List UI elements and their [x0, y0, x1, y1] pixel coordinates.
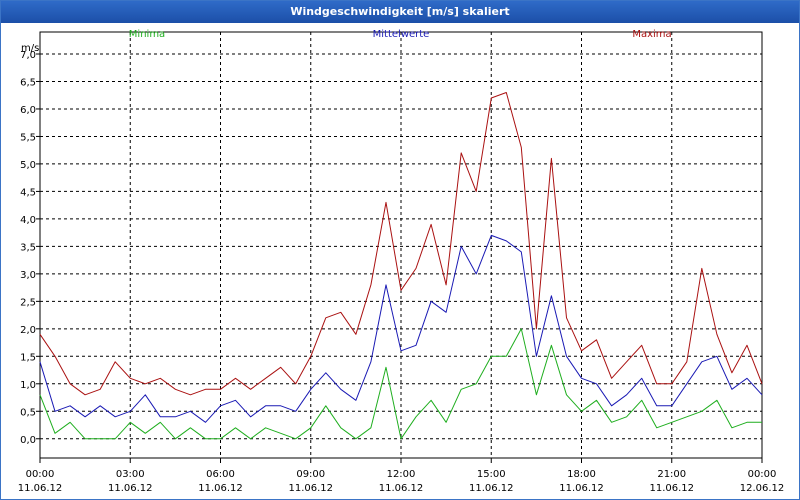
y-axis-label: m/s: [21, 43, 39, 54]
x-tick-time-label: 06:00: [206, 469, 235, 480]
y-tick-label: 1,5: [20, 352, 36, 363]
y-tick-label: 3,0: [20, 270, 36, 281]
x-tick-date-label: 12.06.12: [740, 483, 785, 494]
y-tick-label: 6,0: [20, 105, 36, 116]
x-tick-date-label: 11.06.12: [649, 483, 694, 494]
x-tick-time-label: 21:00: [657, 469, 686, 480]
y-tick-label: 0,5: [20, 407, 36, 418]
y-tick-label: 4,5: [20, 187, 36, 198]
legend-mittelwerte[interactable]: Mittelwerte: [373, 29, 430, 40]
y-tick-label: 3,5: [20, 242, 36, 253]
x-tick-time-label: 15:00: [477, 469, 506, 480]
x-tick-date-label: 11.06.12: [108, 483, 153, 494]
x-tick-date-label: 11.06.12: [288, 483, 333, 494]
x-tick-time-label: 09:00: [296, 469, 325, 480]
y-tick-label: 2,5: [20, 297, 36, 308]
y-tick-label: 5,0: [20, 160, 36, 171]
x-axis-ticks: 00:00 11.06.12 03:00 11.06.12 06:00 11.06.12 0…: [18, 458, 785, 494]
x-tick-date-label: 11.06.12: [559, 483, 604, 494]
x-tick-date-label: 11.06.12: [198, 483, 243, 494]
x-tick-time-label: 12:00: [387, 469, 416, 480]
y-tick-label: 2,0: [20, 325, 36, 336]
x-tick-time-label: 18:00: [567, 469, 596, 480]
x-tick-time-label: 00:00: [748, 469, 777, 480]
y-tick-label: 4,0: [20, 215, 36, 226]
chart-window: Windgeschwindigkeit [m/s] skaliert 0,0 0,…: [0, 0, 800, 500]
y-tick-label: 0,0: [20, 435, 36, 446]
x-tick-date-label: 11.06.12: [469, 483, 514, 494]
y-tick-label: 1,0: [20, 380, 36, 391]
y-axis-ticks: 0,0 0,5 1,0 1,5 2,0 2,5 3,0 3,5 4,0 4,5 5,0 5,5 6,0 6…: [20, 50, 40, 446]
x-tick-time-label: 03:00: [116, 469, 145, 480]
y-tick-label: 5,5: [20, 132, 36, 143]
wind-speed-chart: 0,0 0,5 1,0 1,5 2,0 2,5 3,0 3,5 4,0 4,5 5,0 5,5 6,0 6…: [18, 29, 785, 494]
x-tick-time-label: 00:00: [26, 469, 55, 480]
x-tick-date-label: 11.06.12: [18, 483, 63, 494]
y-tick-label: 6,5: [20, 77, 36, 88]
window-title: Windgeschwindigkeit [m/s] skaliert: [1, 1, 799, 23]
x-tick-date-label: 11.06.12: [379, 483, 424, 494]
legend-minima[interactable]: Minima: [129, 29, 165, 40]
legend-maxima[interactable]: Maxima: [632, 29, 671, 40]
